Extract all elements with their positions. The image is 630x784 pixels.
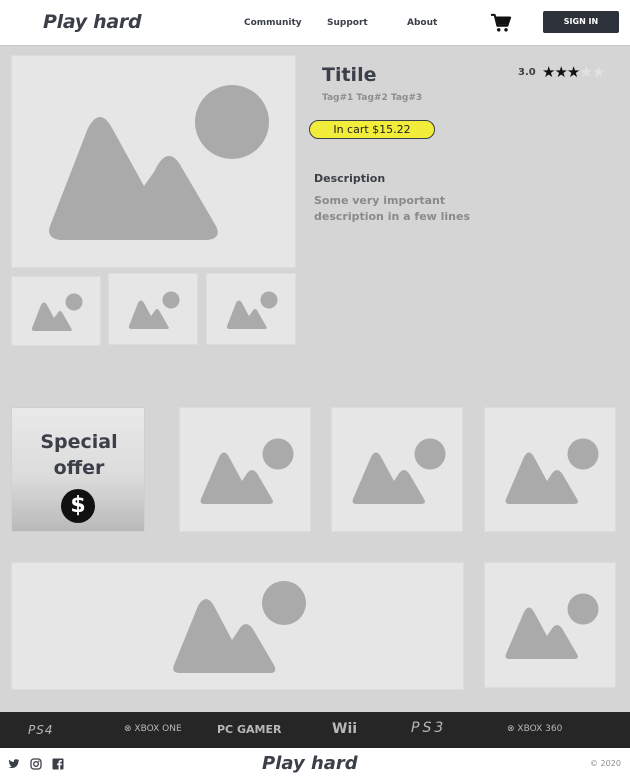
star-empty-icon: ★ [579,63,592,81]
description-text: Some very important description in a few… [314,194,471,223]
image-placeholder-icon [128,291,180,329]
product-main-image[interactable] [11,55,296,268]
sign-in-button[interactable]: SIGN IN [543,11,619,33]
platform-wii-logo[interactable]: Wii [332,721,357,737]
star-icon: ★ [542,63,555,81]
nav-about[interactable]: About [407,18,437,28]
product-thumbnail-1[interactable] [11,276,101,346]
in-cart-price-badge[interactable]: In cart $15.22 [309,120,435,139]
featured-banner[interactable] [11,562,464,690]
twitter-icon[interactable] [8,758,20,770]
product-tags: Tag#1 Tag#2 Tag#3 [322,93,423,103]
image-placeholder-icon [49,85,269,240]
image-placeholder-icon [31,293,83,331]
star-rating: ★★★★★ [542,63,605,81]
image-placeholder-icon [505,438,599,504]
xbox-icon: ⊗ [507,724,515,734]
nav-support[interactable]: Support [327,18,368,28]
star-empty-icon: ★ [591,63,605,81]
xbox-icon: ⊗ [124,724,132,734]
image-placeholder-icon [173,581,306,673]
platform-xbox-360-logo[interactable]: ⊗ XBOX 360 [507,724,562,734]
product-title: Titile [322,64,377,86]
description-heading: Description [314,172,386,185]
image-placeholder-icon [505,593,599,659]
product-card-1[interactable] [179,407,311,532]
platform-xbox-360-label: XBOX 360 [517,724,563,734]
star-icon: ★ [566,63,580,81]
platform-xbox-one-label: XBOX ONE [134,724,182,734]
image-placeholder-icon [200,438,294,504]
dollar-coin-icon: $ [61,489,95,523]
footer: Play hard © 2020 [0,748,630,784]
facebook-icon[interactable] [52,758,64,770]
product-card-4[interactable] [484,562,616,688]
product-card-2[interactable] [331,407,463,532]
footer-brand[interactable]: Play hard [262,753,358,774]
platform-ps4-logo[interactable]: PS4 [28,723,54,737]
nav-community[interactable]: Community [244,18,302,28]
instagram-icon[interactable] [30,758,42,770]
special-offer-label: Special offer [40,431,118,479]
product-card-3[interactable] [484,407,616,532]
product-thumbnail-3[interactable] [206,273,296,345]
shopping-cart-icon[interactable] [490,13,512,33]
header: Play hard Community Support About SIGN I… [0,0,630,46]
rating-value: 3.0 [518,67,536,78]
platform-bar: PS4 ⊗ XBOX ONE PC GAMER Wii PS3 ⊗ XBOX 3… [0,712,630,748]
copyright-text: © 2020 [590,759,621,768]
brand-logo[interactable]: Play hard [43,11,142,33]
platform-ps3-logo[interactable]: PS3 [411,720,446,736]
platform-pc-gamer-logo[interactable]: PC GAMER [217,723,281,736]
platform-xbox-one-logo[interactable]: ⊗ XBOX ONE [124,724,182,734]
image-placeholder-icon [352,438,446,504]
image-placeholder-icon [226,291,278,329]
star-icon: ★ [554,63,567,81]
product-thumbnail-2[interactable] [108,273,198,345]
special-offer-card[interactable]: Special offer $ [11,407,145,532]
